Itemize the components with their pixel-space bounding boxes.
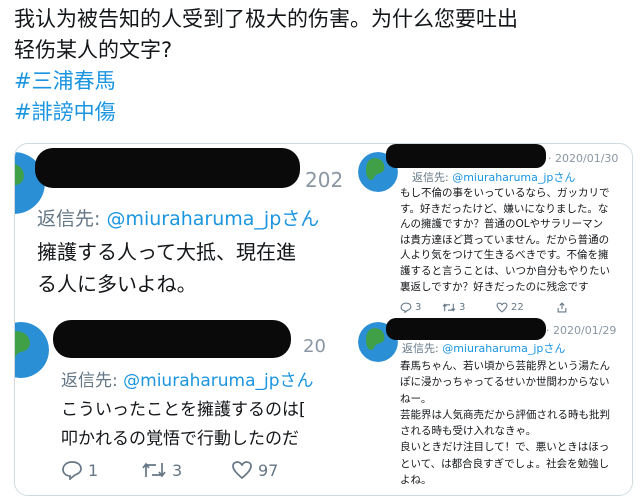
retweet-icon [142,462,166,478]
retweet-action[interactable]: 3 [442,302,465,313]
like-count: 97 [258,460,279,480]
like-action[interactable]: 22 [496,302,524,313]
heart-icon [232,461,252,480]
reply-screenshot[interactable]: · 2020/01/29 返信先: @miuraharuma_jpさん 春馬ちゃ… [356,318,632,495]
tweet-date: 202 [305,168,344,192]
like-count: 22 [511,302,524,313]
reply-body-line: 芸能界は人気商売だから評価される時も批判 [400,408,610,421]
reply-body-line: 擁護する人って大抵、現在進 [37,240,296,264]
reply-body-line: 護すると言うことは、いつか自分もやりたい [400,264,610,277]
tweet-text-line: 轻伤某人的文字? [14,38,173,62]
tweet-text: 我认为被告知的人受到了极大的伤害。为什么您要吐出 轻伤某人的文字? #三浦春馬 … [14,4,634,128]
reply-body-line: る人に多いよね。 [37,272,197,296]
redacted-username [386,318,546,340]
reply-body-line: される時も受け入れなきゃ。 [400,425,537,438]
reply-to-line: 返信先: @miuraharuma_jpさん [412,169,575,185]
reply-to-line: 返信先: @miuraharuma_jpさん [402,340,565,356]
reply-to-handle[interactable]: @miuraharuma_jpさん [442,342,565,355]
retweet-count: 3 [459,302,466,313]
reply-body: こういったことを擁護するのは[ 叩かれるの覚悟で行動したのだ [61,396,306,454]
screenshot-collage[interactable]: 202 返信先: @miuraharuma_jpさん 擁護する人って大抵、現在進… [14,143,633,496]
redacted-username [386,144,546,168]
reply-body-line: もし不倫の事をいっているなら、ガッカリで [400,187,610,199]
reply-body-line: ねー。 [400,392,432,405]
hashtag-link[interactable]: #誹謗中傷 [14,97,634,128]
reply-body-line: んの擁護ですか？普通のOLやサラリーマン [400,218,604,231]
reply-body-line: 裏返しですか？好きだったのに残念です [400,280,589,293]
reply-to-prefix: 返信先: [37,208,107,230]
retweet-icon [442,303,456,312]
reply-body: もし不倫の事をいっているなら、ガッカリで す。好きだったけど、嫌いになりました。… [400,186,610,295]
tweet-text-line: 我认为被告知的人受到了极大的伤害。为什么您要吐出 [14,7,518,31]
reply-screenshot[interactable]: · 2020/01/30 返信先: @miuraharuma_jpさん もし不倫… [356,144,632,315]
reply-count: 1 [88,460,99,480]
reply-to-line: 返信先: @miuraharuma_jpさん [37,204,319,231]
heart-icon [496,302,508,313]
reply-count: 3 [415,302,422,313]
reply-body-line: こういったことを擁護するのは[ [61,400,306,420]
collage-divider [356,315,632,318]
reply-icon [62,461,82,480]
redacted-username [53,320,291,358]
reply-action[interactable]: 1 [61,460,98,480]
tweet-date: · 2020/01/30 [548,152,619,165]
reply-action[interactable]: 3 [400,302,421,313]
reply-to-prefix: 返信先: [402,342,443,355]
reply-to-handle[interactable]: @miuraharuma_jpさん [452,171,575,184]
redacted-username [35,148,300,188]
reply-body-line: す。好きだったけど、嫌いになりました。な [400,202,609,215]
reply-body-line: 叩かれるの覚悟で行動したのだ [61,429,299,449]
reply-body-line: 良いときだけ注目して！で、悪いときはほっ [400,441,610,454]
reply-screenshot[interactable]: 20 返信先: @miuraharuma_jpさん こういったことを擁護するのは… [15,316,352,495]
reply-body-line: よね。 [400,474,432,487]
hashtag-link[interactable]: #三浦春馬 [14,66,634,97]
reply-body-line: ぽに浸かっちゃってるせいか世間わからない [400,376,610,389]
avatar [15,322,49,378]
reply-to-prefix: 返信先: [412,171,453,184]
reply-body-line: は貴方達ほど貰っていません。だから普通の [400,233,610,246]
reply-body-line: 人より気をつけて生きるべきです。不倫を擁 [400,249,609,262]
reply-to-handle[interactable]: @miuraharuma_jpさん [106,208,319,230]
retweet-action[interactable]: 3 [141,460,182,480]
reply-icon [400,302,412,313]
collage-divider [352,144,356,495]
retweet-count: 3 [172,460,183,480]
reply-body-line: 春馬ちゃん、若い頃から芸能界という湯たん [400,360,610,372]
share-icon [557,302,567,313]
share-action[interactable] [556,302,568,313]
reply-to-line: 返信先: @miuraharuma_jpさん [61,366,314,391]
like-action[interactable]: 97 [231,460,278,480]
reply-body: 擁護する人って大抵、現在進 る人に多いよね。 [37,236,296,300]
reply-to-handle[interactable]: @miuraharuma_jpさん [123,371,313,391]
reply-screenshot[interactable]: 202 返信先: @miuraharuma_jpさん 擁護する人って大抵、現在進… [15,144,352,312]
collage-divider [15,312,352,316]
reply-to-prefix: 返信先: [61,371,124,391]
tweet-date: 20 [303,336,326,357]
reply-body: 春馬ちゃん、若い頃から芸能界という湯たん ぽに浸かっちゃってるせいか世間わからな… [400,358,610,488]
tweet-date: · 2020/01/29 [546,324,617,337]
reply-body-line: といて、は都合良すぎでしょ。社会を勉強し [400,457,610,470]
